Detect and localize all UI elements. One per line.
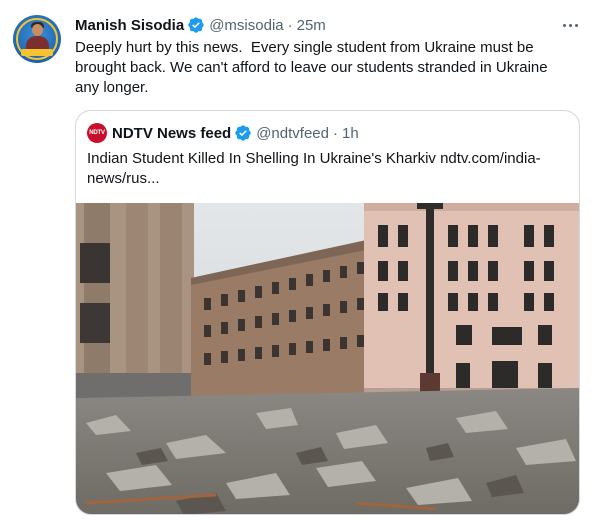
verified-badge-icon [235, 125, 251, 141]
more-options-icon[interactable] [558, 14, 582, 36]
quoted-tweet-timestamp[interactable]: 1h [342, 125, 359, 142]
tweet-header: Manish Sisodia @msisodia · 25m [75, 15, 326, 35]
quoted-tweet-header: NDTV NDTV News feed @ndtvfeed · 1h [87, 123, 359, 143]
quoted-tweet-text: Indian Student Killed In Shelling In Ukr… [87, 150, 541, 187]
verified-badge-icon [188, 17, 204, 33]
tweet-card[interactable]: Manish Sisodia @msisodia · 25m Deeply hu… [0, 0, 595, 525]
quoted-author-handle[interactable]: @ndtvfeed [256, 125, 329, 142]
tweet-text: Deeply hurt by this news. Every single s… [75, 39, 552, 96]
author-handle[interactable]: @msisodia [209, 17, 283, 34]
quoted-tweet[interactable]: NDTV NDTV News feed @ndtvfeed · 1h India… [75, 110, 580, 515]
author-display-name[interactable]: Manish Sisodia [75, 17, 184, 34]
avatar-figure-head [32, 24, 43, 36]
quoted-author-display-name[interactable]: NDTV News feed [112, 125, 231, 142]
profile-avatar[interactable] [13, 15, 61, 63]
news-photo-shelled-city-square [76, 203, 579, 514]
quoted-header-separator: · [332, 124, 338, 142]
avatar-banner [21, 49, 53, 56]
header-separator: · [287, 16, 293, 34]
tweet-timestamp[interactable]: 25m [297, 17, 326, 34]
quoted-author-avatar[interactable]: NDTV [87, 123, 107, 143]
news-photo[interactable] [76, 203, 579, 514]
